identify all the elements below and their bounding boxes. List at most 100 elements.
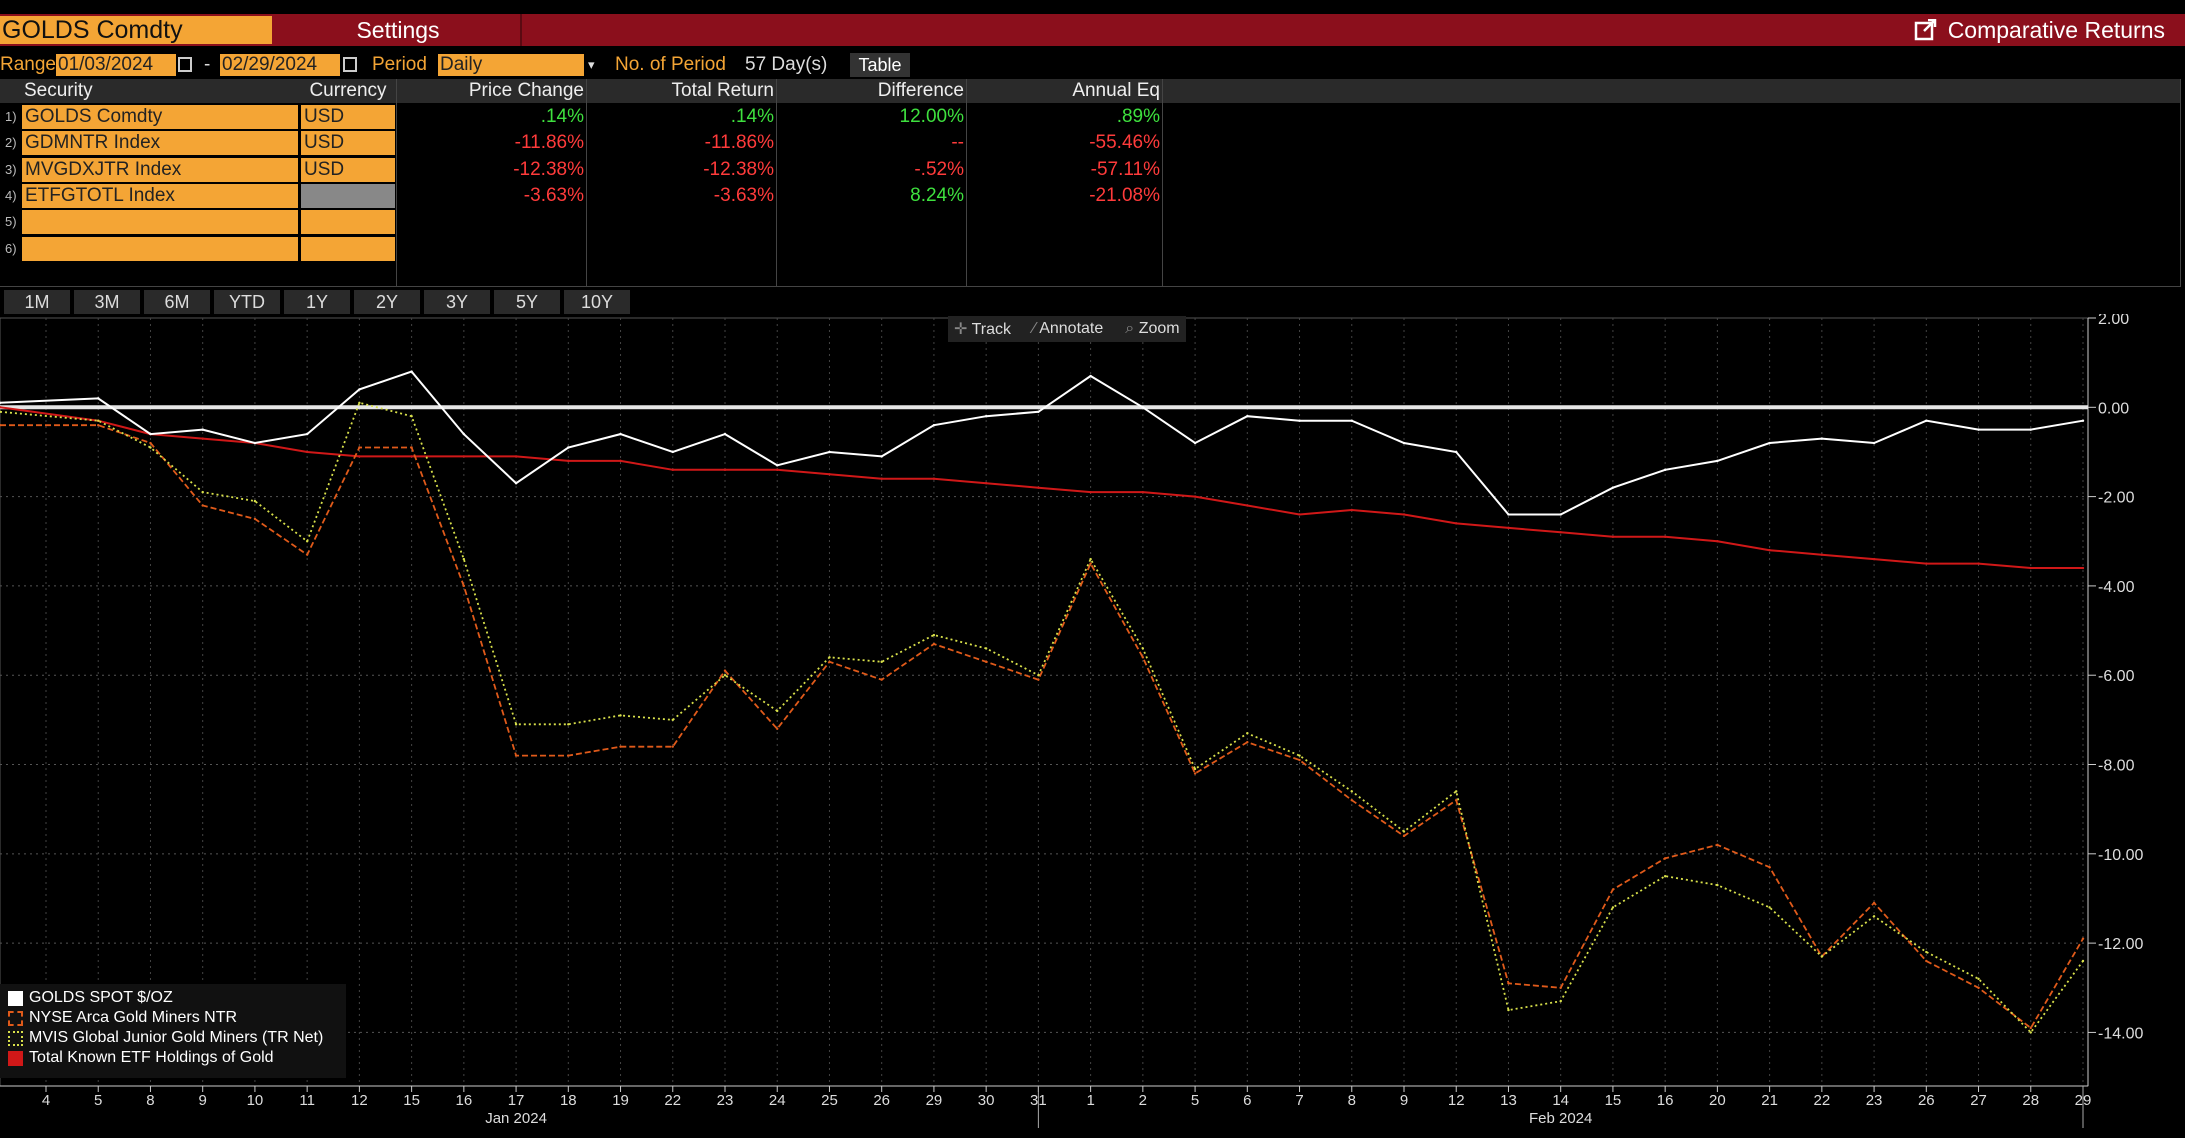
data-point <box>932 477 936 480</box>
settings-tab[interactable]: Settings <box>276 14 522 46</box>
legend-item[interactable]: MVIS Global Junior Gold Miners (TR Net) <box>8 1028 338 1048</box>
data-point <box>1925 419 1928 422</box>
security-cell[interactable]: GDMNTR Index <box>22 131 298 156</box>
data-point <box>1455 522 1458 525</box>
data-point <box>1193 441 1197 445</box>
data-point <box>2029 1031 2032 1034</box>
data-point <box>1298 513 1301 516</box>
row-number: 2) <box>5 135 17 151</box>
period-button-1y[interactable]: 1Y <box>284 290 350 314</box>
legend-swatch <box>8 1050 23 1066</box>
period-button-ytd[interactable]: YTD <box>214 290 280 314</box>
y-tick-label: 2.00 <box>2098 314 2129 328</box>
track-tool[interactable]: ✛ Track <box>954 319 1011 339</box>
chart-toolbar: ✛ Track ∕ Annotate ⌕ Zoom <box>948 316 1186 342</box>
period-button-10y[interactable]: 10Y <box>564 290 630 314</box>
annotate-tool[interactable]: ∕ Annotate <box>1033 320 1103 338</box>
period-button-3m[interactable]: 3M <box>74 290 140 314</box>
dropdown-icon[interactable]: ▾ <box>588 52 595 78</box>
data-point <box>567 446 570 449</box>
data-point <box>1089 557 1092 561</box>
data-point <box>723 468 727 472</box>
data-point <box>1977 977 1980 981</box>
x-tick-label: 20 <box>1709 1092 1726 1109</box>
col-header-annual-eq: Annual Eq <box>966 79 1162 103</box>
table-button[interactable]: Table <box>850 53 910 77</box>
security-cell[interactable]: GOLDS Comdty <box>22 105 298 129</box>
data-point <box>1402 830 1406 833</box>
calendar-icon[interactable] <box>178 57 192 72</box>
currency-cell[interactable] <box>301 210 395 235</box>
currency-cell[interactable]: USD <box>301 157 395 182</box>
data-point <box>358 388 361 391</box>
currency-cell[interactable] <box>301 183 395 208</box>
data-point <box>358 401 361 405</box>
data-point <box>462 455 466 458</box>
period-select[interactable]: Daily <box>438 54 584 76</box>
data-point <box>1611 906 1615 909</box>
legend-item[interactable]: Total Known ETF Holdings of Gold <box>8 1048 338 1068</box>
security-cell[interactable]: MVGDXJTR Index <box>22 157 298 182</box>
data-point <box>984 660 988 664</box>
data-point <box>1193 767 1197 771</box>
legend-item[interactable]: NYSE Arca Gold Miners NTR <box>8 1008 338 1028</box>
data-point <box>1611 486 1615 489</box>
export-icon[interactable] <box>1914 19 1938 41</box>
data-point <box>1402 513 1406 516</box>
currency-cell[interactable]: USD <box>301 105 395 129</box>
data-point <box>1768 441 1771 445</box>
data-point <box>1037 674 1040 677</box>
data-point <box>984 647 988 650</box>
difference-cell: -.52% <box>914 158 964 180</box>
start-date-input[interactable]: 01/03/2024 <box>56 54 176 76</box>
legend-label: NYSE Arca Gold Miners NTR <box>29 1009 238 1026</box>
data-point <box>1193 495 1197 498</box>
data-point <box>1402 441 1406 445</box>
data-point <box>97 397 100 400</box>
page-title-text: Comparative Returns <box>1947 17 2165 43</box>
currency-cell[interactable]: USD <box>301 131 395 156</box>
data-point <box>1977 562 1980 565</box>
data-point <box>1559 986 1562 989</box>
legend-item[interactable]: GOLDS SPOT $/OZ <box>8 988 338 1008</box>
period-button-5y[interactable]: 5Y <box>494 290 560 314</box>
total-return-cell: .14% <box>730 106 774 127</box>
data-point <box>1925 959 1928 963</box>
data-point <box>776 727 779 730</box>
x-tick-label: 7 <box>1295 1092 1303 1109</box>
x-tick-label: 8 <box>146 1092 154 1109</box>
security-cell[interactable] <box>22 210 298 235</box>
data-point <box>1507 982 1510 985</box>
period-button-1m[interactable]: 1M <box>4 290 70 314</box>
period-button-6m[interactable]: 6M <box>144 290 210 314</box>
period-button-2y[interactable]: 2Y <box>354 290 420 314</box>
security-cell[interactable] <box>22 236 298 261</box>
data-point <box>1507 1008 1510 1012</box>
total-return-cell: -12.38% <box>703 158 774 180</box>
data-point <box>828 450 831 454</box>
data-point <box>1246 504 1249 507</box>
zoom-tool[interactable]: ⌕ Zoom <box>1125 320 1179 338</box>
period-buttons: 1M 3M 6M YTD 1Y 2Y 3Y 5Y 10Y <box>0 290 630 314</box>
data-point <box>1977 428 1980 431</box>
period-button-3y[interactable]: 3Y <box>424 290 490 314</box>
security-cell[interactable]: ETFGTOTL Index <box>22 183 298 208</box>
nperiod-label: No. of Period <box>615 54 726 75</box>
data-point <box>1246 415 1249 418</box>
data-point <box>253 441 257 445</box>
data-point <box>1663 857 1667 860</box>
data-point <box>149 441 152 445</box>
price-change-cell: -11.86% <box>514 132 584 154</box>
x-tick-label: 26 <box>873 1092 890 1109</box>
col-header-difference: Difference <box>776 79 966 103</box>
data-point <box>828 660 831 664</box>
x-tick-label: 30 <box>978 1092 995 1109</box>
x-tick-label: 21 <box>1761 1092 1778 1109</box>
data-point <box>1768 906 1771 909</box>
data-point <box>567 723 570 726</box>
data-point <box>671 450 674 454</box>
currency-cell[interactable] <box>301 236 395 261</box>
ticker-field[interactable]: GOLDS Comdty <box>0 16 272 44</box>
calendar-icon[interactable] <box>343 57 357 72</box>
end-date-input[interactable]: 02/29/2024 <box>220 54 340 76</box>
